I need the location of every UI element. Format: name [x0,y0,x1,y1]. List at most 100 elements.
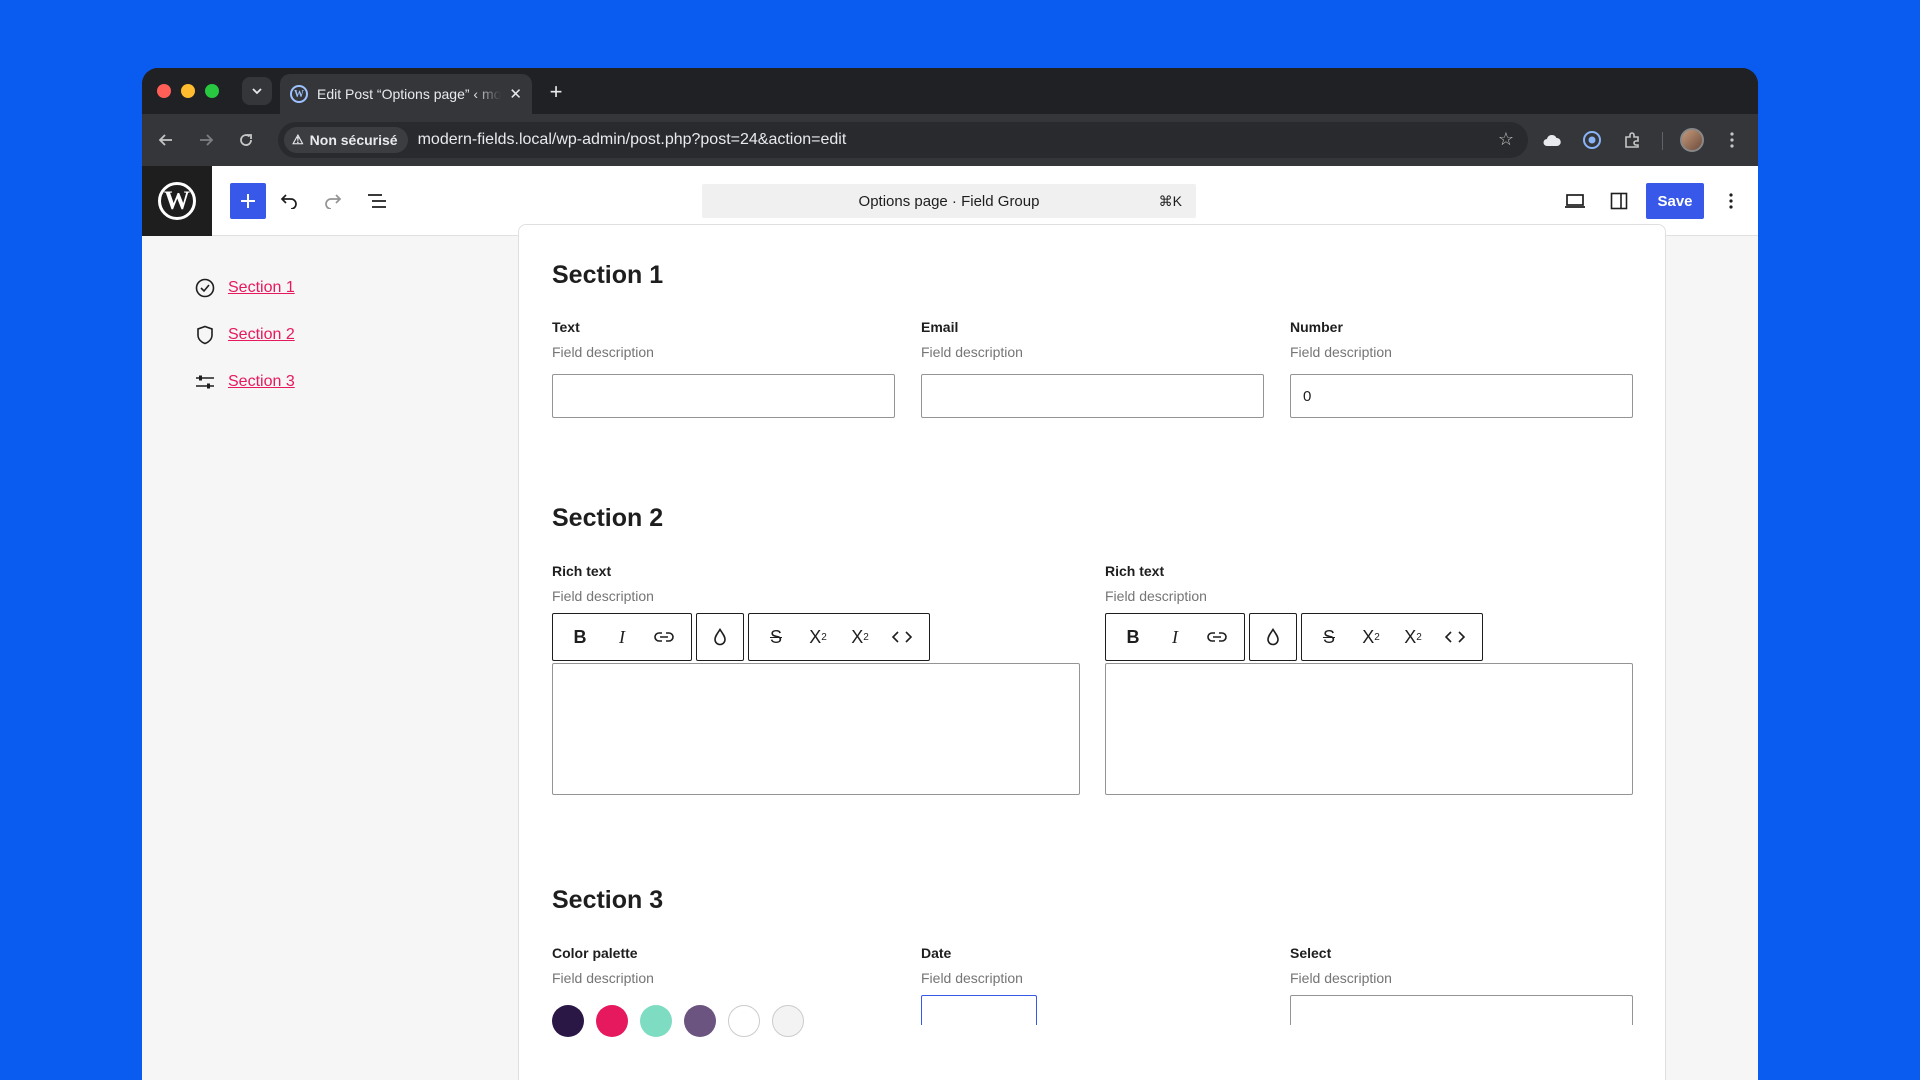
text-input[interactable] [552,374,895,418]
link-button[interactable] [1196,619,1238,655]
maximize-window-button[interactable] [205,84,219,98]
redo-icon [325,194,342,209]
cloud-extension-icon[interactable] [1540,128,1564,152]
profile-avatar[interactable] [1680,128,1704,152]
wordpress-logo-button[interactable]: W [142,166,212,236]
select-input[interactable] [1290,995,1633,1025]
minimize-window-button[interactable] [181,84,195,98]
close-window-button[interactable] [157,84,171,98]
document-overview-button[interactable] [362,186,392,216]
extensions-puzzle-icon[interactable] [1620,128,1644,152]
list-view-icon [368,194,386,208]
section-1-title: Section 1 [552,261,664,289]
document-title: Options page · Field Group [858,192,1040,210]
color-swatch[interactable] [684,1005,716,1037]
strikethrough-button[interactable]: S [755,619,797,655]
bookmark-star-icon[interactable]: ☆ [1498,129,1514,150]
forward-button[interactable] [192,126,220,154]
undo-button[interactable] [274,186,304,216]
browser-menu-icon[interactable] [1720,128,1744,152]
link-button[interactable] [643,619,685,655]
address-bar[interactable]: ⚠ Non sécurisé modern-fields.local/wp-ad… [278,122,1528,158]
tab-search-button[interactable] [242,77,272,105]
security-chip[interactable]: ⚠ Non sécurisé [284,127,408,153]
tab-close-icon[interactable]: ✕ [509,85,522,103]
sidebar-item-section-3[interactable]: Section 3 [194,358,295,405]
code-button[interactable] [1434,619,1476,655]
field-description: Field description [1290,970,1392,986]
text-field: Text Field description [552,319,895,418]
new-tab-button[interactable]: + [542,78,570,106]
sidebar-icon [1610,192,1628,210]
field-description: Field description [552,970,654,986]
sidebar-item-section-1[interactable]: Section 1 [194,264,295,311]
plus-icon [241,194,255,208]
rich-text-editor-2[interactable] [1105,663,1633,795]
color-swatch[interactable] [772,1005,804,1037]
field-label: Text [552,319,580,335]
bold-button[interactable]: B [1112,619,1154,655]
code-icon [1444,631,1466,643]
rich-text-field-1: Rich text Field description [552,563,654,604]
arrow-left-icon [158,134,172,146]
arrow-right-icon [200,134,214,146]
sidebar-link-section-2[interactable]: Section 2 [228,326,295,344]
security-label: Non sécurisé [309,132,398,148]
field-description: Field description [552,588,654,604]
color-swatch[interactable] [640,1005,672,1037]
field-description: Field description [921,970,1023,986]
subscript-button[interactable]: X2 [1392,619,1434,655]
field-group-card: Section 1 Text Field description Email F… [518,224,1666,1080]
redo-button[interactable] [318,186,348,216]
field-label: Date [921,945,952,961]
strikethrough-button[interactable]: S [1308,619,1350,655]
field-label: Number [1290,319,1343,335]
back-button[interactable] [152,126,180,154]
superscript-button[interactable]: X2 [1350,619,1392,655]
superscript-button[interactable]: X2 [797,619,839,655]
url-text[interactable]: modern-fields.local/wp-admin/post.php?po… [418,131,847,149]
italic-button[interactable]: I [1154,619,1196,655]
color-swatch[interactable] [728,1005,760,1037]
sidebar-item-section-2[interactable]: Section 2 [194,311,295,358]
color-swatch[interactable] [552,1005,584,1037]
preview-button[interactable] [1560,186,1590,216]
sidebar-link-section-3[interactable]: Section 3 [228,373,295,391]
droplet-icon [1267,628,1279,646]
code-button[interactable] [881,619,923,655]
section-navigation: Section 1 Section 2 Section 3 [194,264,295,405]
italic-button[interactable]: I [601,619,643,655]
field-label: Select [1290,945,1332,961]
droplet-icon [714,628,726,646]
shield-icon [194,324,216,346]
link-icon [1207,632,1227,642]
field-description: Field description [1290,344,1392,360]
add-block-button[interactable] [230,183,266,219]
highlight-button[interactable] [1252,619,1294,655]
rich-text-editor-1[interactable] [552,663,1080,795]
email-input[interactable] [921,374,1264,418]
check-circle-icon [194,277,216,299]
field-label: Color palette [552,945,638,961]
color-swatch[interactable] [596,1005,628,1037]
save-button[interactable]: Save [1646,183,1704,219]
field-label: Rich text [552,563,612,579]
date-input[interactable] [921,995,1037,1025]
grammar-extension-icon[interactable] [1580,128,1604,152]
number-input[interactable] [1290,374,1633,418]
sidebar-link-section-1[interactable]: Section 1 [228,279,295,297]
field-label: Rich text [1105,563,1165,579]
subscript-button[interactable]: X2 [839,619,881,655]
command-shortcut: ⌘K [1158,192,1182,209]
browser-tab-active[interactable]: W Edit Post “Options page” ‹ modern-fiel… [280,74,532,114]
highlight-button[interactable] [699,619,741,655]
settings-sidebar-button[interactable] [1604,186,1634,216]
format-group: B I [1105,613,1245,661]
bold-button[interactable]: B [559,619,601,655]
command-palette-button[interactable]: Options page · Field Group ⌘K [702,184,1196,218]
field-description: Field description [552,344,654,360]
options-menu-button[interactable] [1716,186,1746,216]
reload-button[interactable] [232,126,260,154]
wordpress-favicon-icon: W [290,85,308,103]
toolbar-divider [1662,132,1663,150]
